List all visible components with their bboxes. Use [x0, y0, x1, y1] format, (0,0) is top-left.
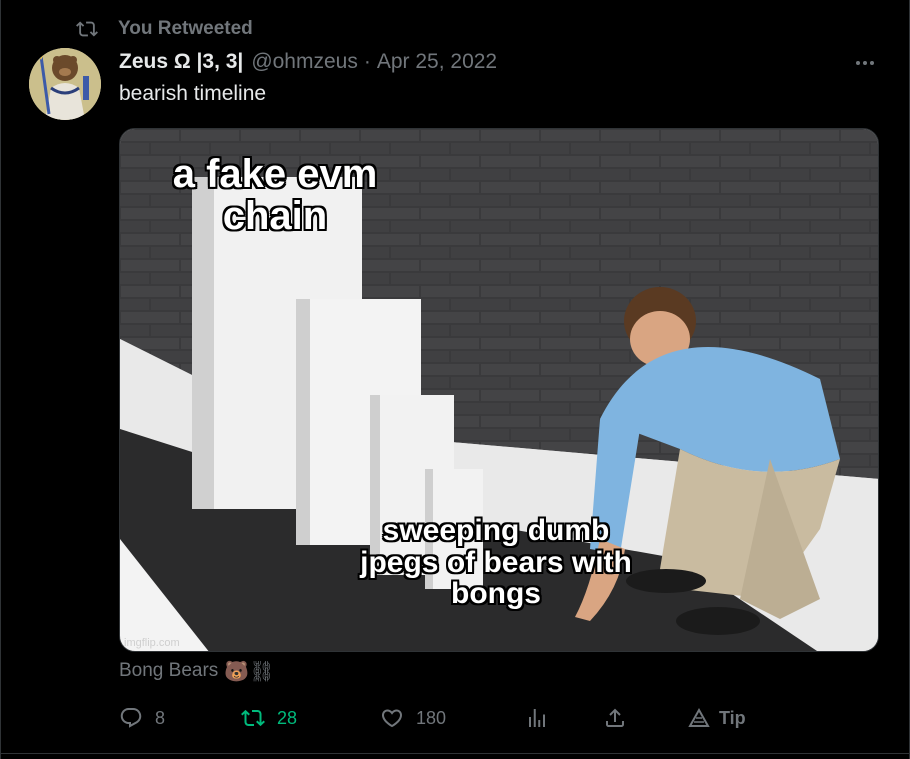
meme-caption-bottom: sweeping dumb jpegs of bears with bongs [360, 514, 632, 610]
retweet-icon [76, 21, 98, 37]
tweet-date[interactable]: Apr 25, 2022 [377, 50, 497, 74]
retweet-button[interactable]: 28 [241, 700, 297, 736]
image-watermark: imgflip.com [124, 637, 180, 649]
reply-count: 8 [155, 707, 166, 728]
tip-button[interactable]: Tip [687, 700, 746, 736]
bear-chain-emoji: 🐻⛓ [224, 660, 275, 683]
media-caption[interactable]: Bong Bears 🐻⛓ [119, 658, 275, 684]
like-button[interactable]: 180 [380, 700, 446, 736]
analytics-icon [529, 709, 545, 727]
retweet-count: 28 [277, 707, 298, 728]
more-options-icon[interactable] [852, 50, 878, 76]
divider [0, 753, 910, 754]
meme-caption-top: a fake evm chain [172, 152, 378, 238]
avatar[interactable] [29, 48, 101, 120]
retweet-banner-text: You Retweeted [118, 18, 253, 39]
reply-button[interactable]: 8 [119, 700, 165, 736]
tip-label: Tip [719, 707, 746, 728]
media-caption-text: Bong Bears [119, 660, 219, 681]
reply-icon [120, 708, 142, 728]
like-count: 180 [416, 707, 447, 728]
tweet-header: Zeus Ω |3, 3| @ohmzeus · Apr 25, 2022 [119, 48, 497, 76]
handle[interactable]: @ohmzeus [251, 50, 358, 74]
analytics-button[interactable] [525, 700, 549, 736]
retweet-banner: You Retweeted [76, 16, 253, 42]
tweet-image[interactable]: a fake evm chain sweeping dumb jpegs of … [119, 128, 879, 652]
action-bar: 8 28 180 Tip [119, 700, 759, 736]
separator: · [363, 50, 371, 73]
retweet-icon [241, 709, 265, 727]
tip-icon [688, 707, 710, 727]
tweet-text: bearish timeline [119, 82, 267, 105]
heart-icon [381, 709, 403, 728]
share-button[interactable] [603, 700, 627, 736]
display-name[interactable]: Zeus Ω |3, 3| [119, 50, 243, 74]
share-icon [606, 708, 624, 727]
